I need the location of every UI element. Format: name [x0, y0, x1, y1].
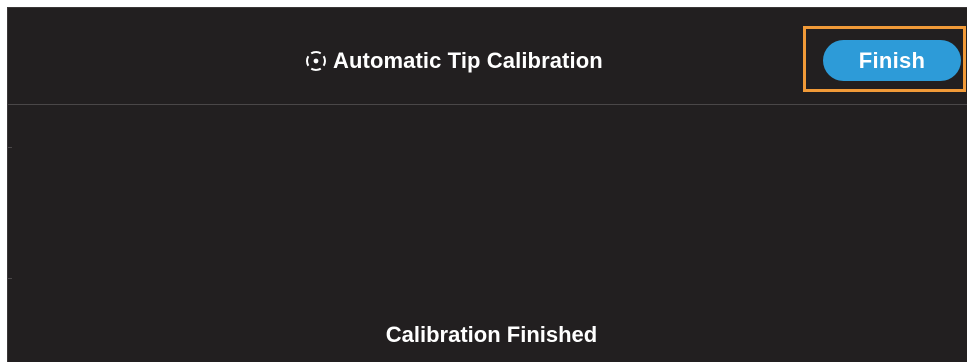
status-message: Calibration Finished	[385, 322, 598, 347]
dialog-header: Automatic Tip Calibration Finish	[8, 8, 967, 105]
calibration-window: Automatic Tip Calibration Finish Calibra…	[7, 7, 967, 362]
page-title-text: Automatic Tip Calibration	[333, 48, 603, 73]
finish-button[interactable]: Finish	[823, 40, 961, 81]
divider-tick	[8, 278, 12, 279]
divider-tick	[8, 147, 12, 148]
target-crosshair-icon	[304, 49, 328, 73]
page-title: Automatic Tip Calibration	[304, 46, 603, 76]
